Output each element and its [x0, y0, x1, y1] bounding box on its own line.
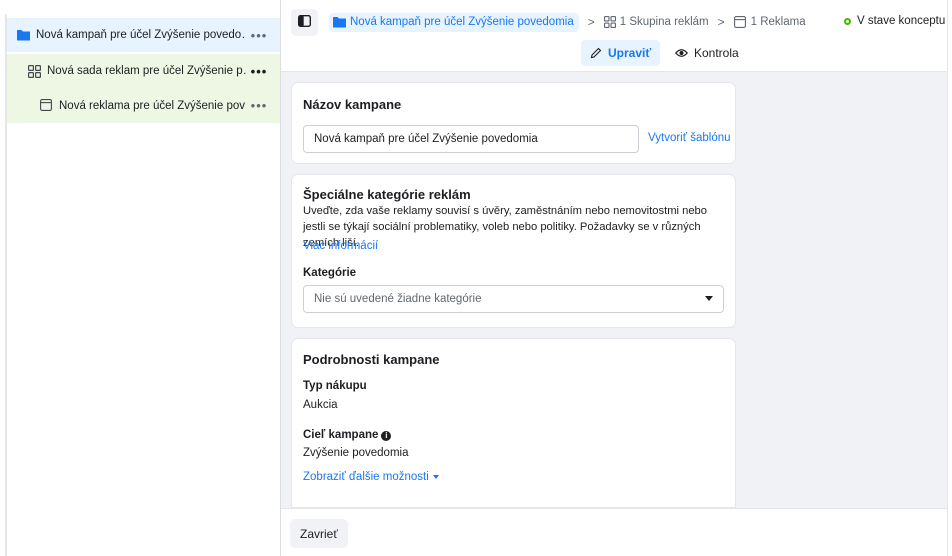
categories-placeholder: Nie sú uvedené žiadne kategórie [314, 293, 482, 305]
more-options-icon[interactable]: ••• [246, 98, 272, 113]
breadcrumb-adset-label: 1 Skupina reklám [619, 16, 709, 28]
campaign-name-input[interactable]: Nová kampaň pre účel Zvýšenie povedomia [303, 125, 639, 153]
outline-item-ad[interactable]: Nová reklama pre účel Zvýšenie pov… ••• [7, 88, 280, 123]
caret-down-icon [432, 475, 439, 479]
breadcrumb-ad[interactable]: 1 Reklama [733, 15, 806, 29]
show-more-label: Zobraziť ďalšie možnosti [303, 471, 429, 483]
pencil-icon [590, 47, 602, 59]
more-options-icon[interactable]: ••• [246, 28, 272, 43]
editor-main: Názov kampane Nová kampaň pre účel Zvýše… [281, 72, 947, 508]
objective-value: Zvýšenie povedomia [303, 447, 409, 459]
chevron-right-icon: > [587, 15, 595, 29]
campaign-outline-panel: Nová kampaň pre účel Zvýšenie povedo… ••… [0, 0, 281, 556]
purchase-type-value: Aukcia [303, 399, 338, 411]
outline-item-adset[interactable]: Nová sada reklam pre účel Zvýšenie p… ••… [7, 54, 280, 88]
categories-label: Kategórie [303, 267, 357, 279]
purchase-type-label: Typ nákupu [303, 380, 367, 392]
outline-adset-label: Nová sada reklam pre účel Zvýšenie p… [47, 65, 246, 77]
objective-label: Cieľ kampane [303, 429, 379, 441]
outline-campaign-label: Nová kampaň pre účel Zvýšenie povedo… [36, 29, 246, 41]
campaign-name-title: Názov kampane [303, 97, 402, 112]
review-label: Kontrola [694, 46, 739, 60]
breadcrumb-ad-label: 1 Reklama [750, 16, 806, 28]
folder-icon [333, 16, 346, 29]
edit-label: Upraviť [608, 46, 652, 60]
grid-icon [603, 15, 617, 29]
breadcrumb-adset[interactable]: 1 Skupina reklám [603, 15, 709, 29]
editor-header: Nová kampaň pre účel Zvýšenie povedomia … [281, 0, 952, 72]
ad-card-icon [733, 15, 747, 29]
more-options-icon[interactable]: ••• [246, 64, 272, 79]
status-dot-icon [844, 17, 851, 25]
caret-down-icon [705, 296, 713, 301]
breadcrumb: Nová kampaň pre účel Zvýšenie povedomia … [329, 11, 806, 33]
status-badge: V stave konceptu [844, 15, 945, 27]
categories-select[interactable]: Nie sú uvedené žiadne kategórie [303, 285, 724, 313]
special-categories-card: Špeciálne kategórie reklám Uveďte, zda v… [291, 174, 736, 328]
chevron-right-icon: > [717, 15, 725, 29]
create-template-link[interactable]: Vytvoriť šablónu [648, 132, 731, 144]
review-button[interactable]: Kontrola [669, 40, 745, 66]
status-label: V stave konceptu [857, 15, 946, 27]
breadcrumb-campaign-label: Nová kampaň pre účel Zvýšenie povedomia [350, 16, 574, 28]
folder-icon [17, 29, 30, 42]
close-button[interactable]: Zavrieť [290, 519, 348, 548]
grid-icon [28, 64, 42, 78]
toggle-sidebar-button[interactable] [291, 9, 318, 36]
breadcrumb-campaign[interactable]: Nová kampaň pre účel Zvýšenie povedomia [329, 12, 579, 32]
scrollbar[interactable] [947, 0, 952, 556]
info-icon[interactable]: i [381, 431, 392, 441]
ad-card-icon [40, 99, 53, 112]
edit-button[interactable]: Upraviť [581, 40, 661, 66]
objective-label-row: Cieľ kampane i [303, 429, 392, 441]
editor-footer: Zavrieť [281, 508, 947, 556]
eye-icon [675, 48, 688, 58]
show-more-options-link[interactable]: Zobraziť ďalšie možnosti [303, 471, 439, 483]
outline-item-campaign[interactable]: Nová kampaň pre účel Zvýšenie povedo… ••… [7, 18, 280, 52]
sidebar-toggle-icon [297, 14, 312, 30]
campaign-details-card: Podrobnosti kampane Typ nákupu Aukcia Ci… [291, 338, 736, 508]
outline-ad-label: Nová reklama pre účel Zvýšenie pov… [59, 99, 246, 112]
more-info-link[interactable]: Viac informácií [303, 240, 378, 252]
special-categories-title: Špeciálne kategórie reklám [303, 187, 471, 202]
campaign-name-card: Názov kampane Nová kampaň pre účel Zvýše… [291, 82, 736, 164]
campaign-details-title: Podrobnosti kampane [303, 352, 440, 367]
